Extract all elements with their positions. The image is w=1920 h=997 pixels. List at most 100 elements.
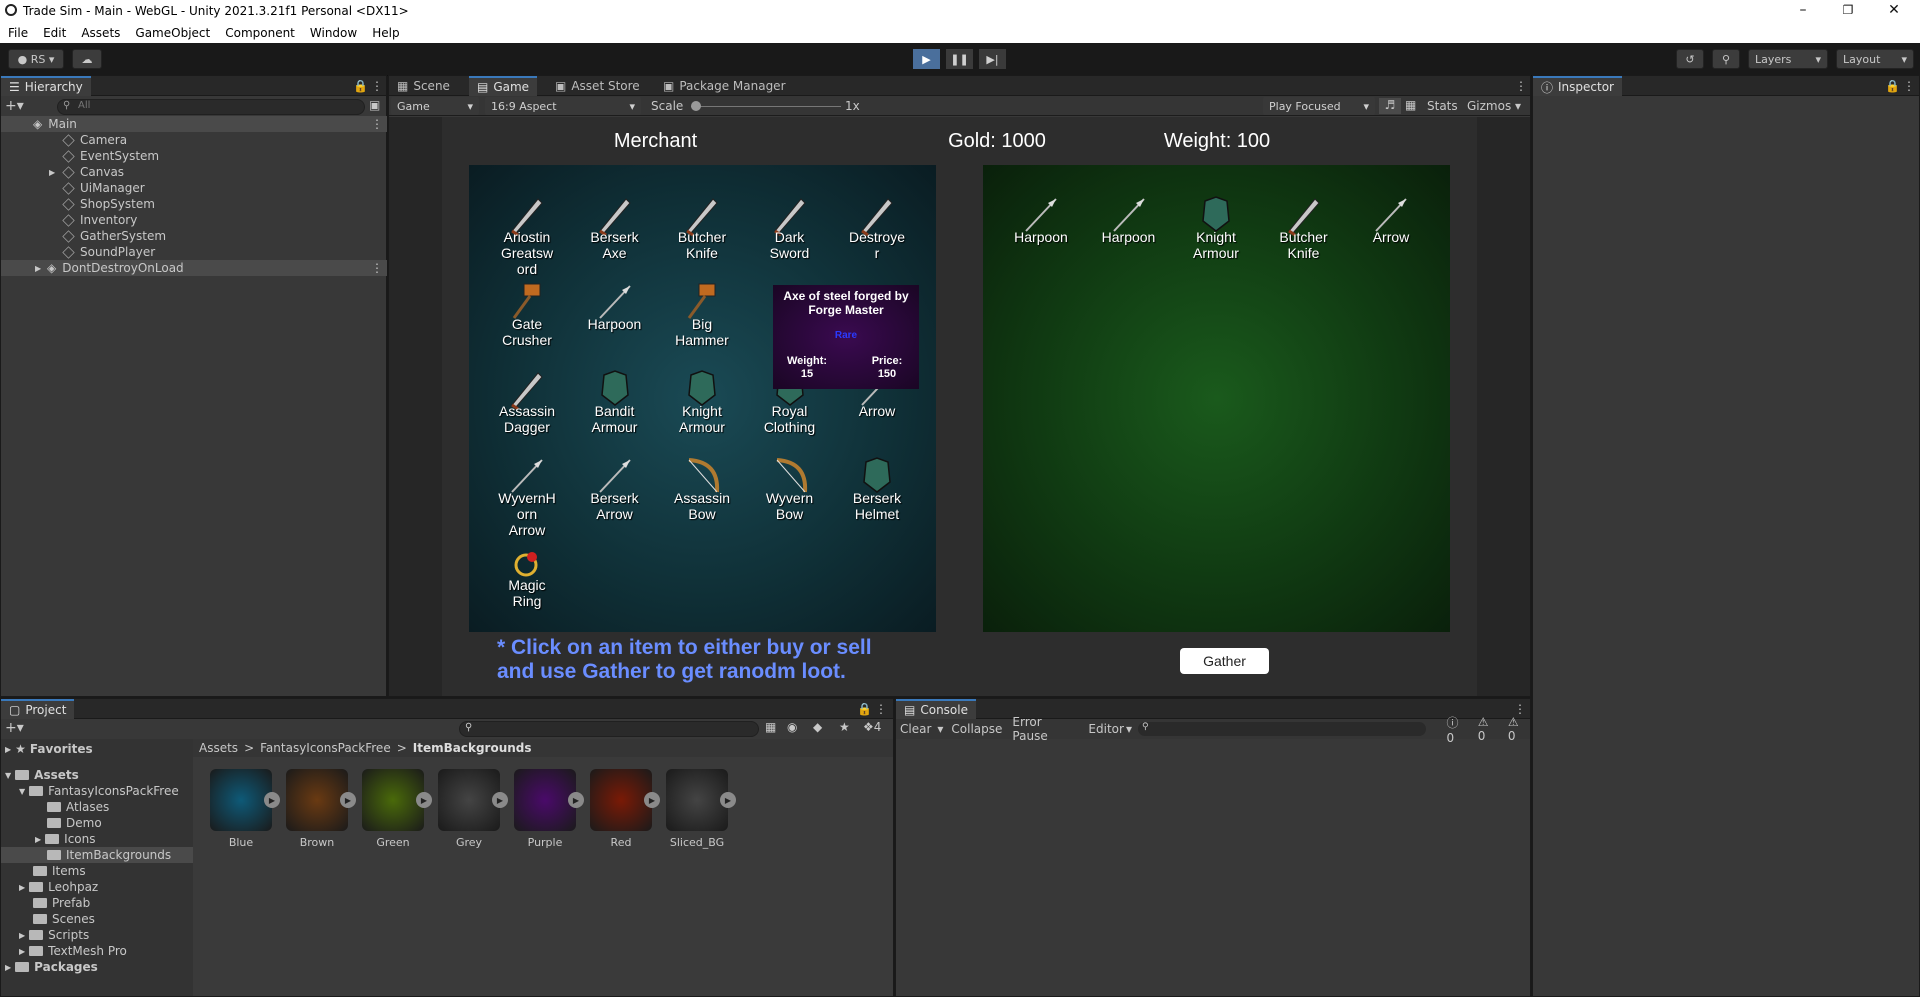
- scale-slider-handle[interactable]: [691, 101, 701, 111]
- tree-item-scenes[interactable]: Scenes: [33, 911, 95, 927]
- tab-hierarchy[interactable]: ☰ Hierarchy: [1, 76, 91, 96]
- favorites-item[interactable]: ▶ ★ Favorites: [5, 741, 93, 757]
- hierarchy-row-camera[interactable]: Camera: [1, 132, 387, 148]
- shop-item-berserk-axe[interactable]: Berserk Axe: [571, 191, 659, 261]
- shop-item-wyvern-bow[interactable]: Wyvern Bow: [746, 452, 834, 522]
- expand-icon[interactable]: ▶: [492, 792, 508, 808]
- tree-item-leohpaz[interactable]: ▶ Leohpaz: [19, 879, 98, 895]
- scale-slider[interactable]: [691, 106, 841, 107]
- star-icon[interactable]: ★: [839, 720, 850, 734]
- chevron-down-icon[interactable]: ▾: [1126, 722, 1132, 736]
- assets-item[interactable]: ▼ Assets: [5, 767, 79, 783]
- shop-item-bandit-armour[interactable]: Bandit Armour: [571, 365, 659, 435]
- tab-asset-store[interactable]: ▣ Asset Store: [547, 76, 648, 96]
- tab-package-manager[interactable]: ▣ Package Manager: [655, 76, 794, 96]
- breadcrumb-assets[interactable]: Assets: [199, 741, 238, 755]
- shop-item-assassin-dagger[interactable]: Assassin Dagger: [483, 365, 571, 435]
- more-icon[interactable]: ⋮: [371, 79, 383, 93]
- shop-item-wyvernh-orn-arrow[interactable]: WyvernH orn Arrow: [483, 452, 571, 538]
- breadcrumb-fantasyiconspackfree[interactable]: FantasyIconsPackFree: [260, 741, 391, 755]
- inventory-item-knight-armour[interactable]: Knight Armour: [1172, 191, 1260, 261]
- search-button[interactable]: ⚲: [1712, 49, 1740, 69]
- more-icon[interactable]: ⋮: [875, 702, 887, 716]
- pause-button[interactable]: ❚❚: [946, 49, 973, 69]
- breadcrumb-itembackgrounds[interactable]: ItemBackgrounds: [413, 741, 532, 755]
- gizmos-button[interactable]: Gizmos: [1467, 99, 1511, 113]
- tree-item-textmesh-pro[interactable]: ▶ TextMesh Pro: [19, 943, 127, 959]
- inventory-item-butcher-knife[interactable]: Butcher Knife: [1260, 191, 1348, 261]
- label-icon[interactable]: ◆: [813, 720, 822, 734]
- hierarchy-search-input[interactable]: All: [57, 99, 365, 115]
- expand-icon[interactable]: ▶: [568, 792, 584, 808]
- hierarchy-row-main[interactable]: ◈ Main ⋮: [1, 116, 387, 132]
- menu-help[interactable]: Help: [372, 26, 399, 40]
- search-by-type-icon[interactable]: ▦: [765, 720, 776, 734]
- restore-icon[interactable]: ❐: [1838, 3, 1858, 17]
- more-icon[interactable]: ⋮: [371, 117, 383, 131]
- menu-gameobject[interactable]: GameObject: [135, 26, 210, 40]
- asset-thumbnail-green[interactable]: [362, 769, 424, 831]
- warning-count-icon[interactable]: ⚠ 0: [1478, 715, 1500, 743]
- step-button[interactable]: ▶|: [979, 49, 1006, 69]
- shop-item-butcher-knife[interactable]: Butcher Knife: [658, 191, 746, 261]
- menu-edit[interactable]: Edit: [43, 26, 66, 40]
- mute-audio-icon[interactable]: ♬: [1379, 98, 1401, 114]
- cloud-button[interactable]: ☁: [72, 49, 102, 69]
- shop-item-berserk-helmet[interactable]: Berserk Helmet: [833, 452, 921, 522]
- shop-item-magic-ring[interactable]: Magic Ring: [483, 539, 571, 609]
- hierarchy-row-dontdestroyonload[interactable]: ▶ ◈ DontDestroyOnLoad ⋮: [1, 260, 387, 276]
- expand-icon[interactable]: ▶: [416, 792, 432, 808]
- inventory-item-harpoon[interactable]: Harpoon: [997, 191, 1085, 245]
- hierarchy-row-eventsystem[interactable]: EventSystem: [1, 148, 387, 164]
- layout-dropdown[interactable]: Layout ▾: [1836, 49, 1914, 69]
- hierarchy-row-uimanager[interactable]: UiManager: [1, 180, 387, 196]
- gather-button[interactable]: Gather: [1180, 648, 1269, 674]
- stats-button[interactable]: Stats: [1427, 99, 1458, 113]
- shop-item-harpoon[interactable]: Harpoon: [571, 278, 659, 332]
- console-search-input[interactable]: ⚲: [1137, 722, 1427, 736]
- hidden-packages-icon[interactable]: ❖4: [863, 720, 881, 734]
- asset-thumbnail-brown[interactable]: [286, 769, 348, 831]
- menu-assets[interactable]: Assets: [81, 26, 120, 40]
- chevron-down-icon[interactable]: ▾: [1515, 99, 1521, 113]
- tab-console[interactable]: ▤ Console: [896, 699, 976, 719]
- shop-item-gate-crusher[interactable]: Gate Crusher: [483, 278, 571, 348]
- hierarchy-row-soundplayer[interactable]: SoundPlayer: [1, 244, 387, 260]
- shop-item-big-hammer[interactable]: Big Hammer: [658, 278, 746, 348]
- shop-item-assassin-bow[interactable]: Assassin Bow: [658, 452, 746, 522]
- asset-thumbnail-grey[interactable]: [438, 769, 500, 831]
- project-search-input[interactable]: [459, 721, 759, 737]
- play-button[interactable]: ▶: [913, 49, 940, 69]
- error-pause-button[interactable]: Error Pause: [1012, 715, 1080, 743]
- tree-item-itembackgrounds[interactable]: ItemBackgrounds: [1, 847, 193, 863]
- asset-thumbnail-sliced-bg[interactable]: [666, 769, 728, 831]
- scene-visibility-icon[interactable]: ▣: [369, 98, 380, 112]
- lock-icon[interactable]: 🔒: [353, 79, 368, 93]
- editor-dropdown[interactable]: Editor: [1088, 722, 1124, 736]
- asset-thumbnail-red[interactable]: [590, 769, 652, 831]
- close-icon[interactable]: ✕: [1884, 2, 1904, 18]
- grid-icon[interactable]: ▦: [1405, 98, 1416, 112]
- shop-item-dark-sword[interactable]: Dark Sword: [746, 191, 834, 261]
- more-icon[interactable]: ⋮: [1515, 79, 1527, 93]
- error-count-icon[interactable]: ⚠ 0: [1508, 715, 1530, 743]
- display-dropdown[interactable]: Game ▾: [391, 97, 479, 115]
- add-icon[interactable]: +▾: [5, 720, 24, 736]
- search-by-label-icon[interactable]: ◉: [787, 720, 797, 734]
- hierarchy-row-shopsystem[interactable]: ShopSystem: [1, 196, 387, 212]
- asset-thumbnail-purple[interactable]: [514, 769, 576, 831]
- hierarchy-row-canvas[interactable]: ▶ Canvas: [1, 164, 387, 180]
- history-button[interactable]: ↺: [1676, 49, 1704, 69]
- tree-item-demo[interactable]: Demo: [47, 815, 102, 831]
- expand-icon[interactable]: ▶: [340, 792, 356, 808]
- shop-item-destroye-r[interactable]: Destroye r: [833, 191, 921, 261]
- inventory-item-harpoon[interactable]: Harpoon: [1085, 191, 1173, 245]
- expand-icon[interactable]: ▶: [720, 792, 736, 808]
- hierarchy-row-gathersystem[interactable]: GatherSystem: [1, 228, 387, 244]
- tree-item-items[interactable]: Items: [33, 863, 86, 879]
- account-button[interactable]: ● RS ▾: [8, 49, 64, 69]
- lock-icon[interactable]: 🔒: [1885, 79, 1900, 93]
- more-icon[interactable]: ⋮: [1903, 79, 1915, 93]
- tree-item-atlases[interactable]: Atlases: [47, 799, 109, 815]
- tree-item-prefab[interactable]: Prefab: [33, 895, 90, 911]
